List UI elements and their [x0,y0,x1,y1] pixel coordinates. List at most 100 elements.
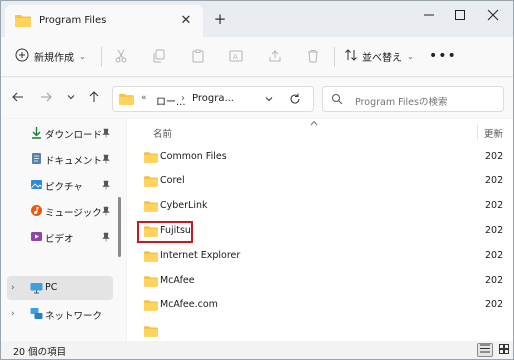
chevron-right-icon[interactable]: › [11,283,15,293]
folder-icon [144,275,158,290]
file-row[interactable]: Corel 202 [131,170,511,192]
column-header-date[interactable]: 更新 [484,126,503,140]
details-view-button[interactable] [477,343,493,357]
chevron-right-icon[interactable]: › [11,309,15,319]
recent-locations-button[interactable] [61,88,81,108]
file-date: 202 [485,250,504,261]
arrow-left-icon [12,91,24,106]
video-icon [30,230,43,243]
new-button[interactable]: 新規作成 ⌄ [9,43,92,69]
sidebar-item-music[interactable]: ミュージック [7,199,113,223]
minimize-button[interactable] [413,1,445,29]
toolbar-divider [101,47,102,67]
file-row[interactable]: McAfee.com 202 [131,294,511,316]
breadcrumb-overflow[interactable]: « [141,93,147,103]
sidebar-item-network[interactable]: › ネットワーク [7,302,113,326]
breadcrumb-program-files[interactable]: Progra... [192,93,234,104]
column-divider[interactable] [477,123,478,141]
more-options-button[interactable]: ••• [429,45,456,69]
sidebar-item-label: PC [45,282,58,293]
search-box[interactable]: Program Filesの検索 [322,86,504,112]
folder-icon [144,325,158,340]
file-name: Internet Explorer [160,250,241,261]
share-button[interactable] [263,45,287,69]
pin-icon[interactable] [101,128,111,138]
toolbar-divider [334,47,335,67]
file-date: 202 [485,275,504,286]
column-header-name[interactable]: 名前 [153,126,172,140]
rename-icon: A [229,49,243,66]
maximize-button[interactable] [444,1,476,29]
file-explorer-window: Program Files ✕ + 新規作成 ⌄ A 並べ替え ⌄ ••• « … [0,0,514,360]
back-button[interactable] [8,88,28,108]
svg-text:A: A [233,53,238,61]
folder-icon [144,175,158,190]
address-dropdown-button[interactable] [262,92,276,106]
sidebar-item-documents[interactable]: ドキュメント [7,147,113,171]
address-bar[interactable]: « ロー... › Progra... [112,86,314,112]
file-row[interactable]: Common Files 202 [131,146,511,168]
refresh-button[interactable] [287,91,303,107]
file-row[interactable] [131,320,511,341]
trash-icon [306,49,320,66]
folder-icon [144,299,158,314]
sidebar-item-label: ピクチャ [45,182,83,193]
pin-icon[interactable] [101,154,111,164]
pin-icon[interactable] [101,232,111,242]
tab-close-button[interactable]: ✕ [177,12,195,30]
file-name: McAfee.com [160,299,218,310]
search-placeholder: Program Filesの検索 [355,97,448,108]
sidebar-item-videos[interactable]: ビデオ [7,225,113,249]
plus-circle-icon [15,48,29,65]
file-date: 202 [485,225,504,236]
up-button[interactable] [84,88,104,108]
tab-title: Program Files [39,15,107,26]
delete-button[interactable] [301,45,325,69]
sidebar-item-downloads[interactable]: ダウンロード [7,121,113,145]
arrow-up-icon [88,90,100,106]
breadcrumb-separator[interactable]: › [181,93,185,104]
file-list-scrollbar[interactable] [508,119,512,341]
tiles-view-button[interactable] [496,343,512,357]
paste-button[interactable] [186,45,210,69]
item-count: 20 個の項目 [13,347,67,358]
file-date: 202 [485,200,504,211]
sort-up-icon [310,119,318,128]
sidebar-item-pictures[interactable]: ピクチャ [7,173,113,197]
folder-icon [119,93,134,108]
file-date: 202 [485,151,504,162]
sort-button[interactable]: 並べ替え ⌄ [344,43,414,69]
file-row[interactable]: Internet Explorer 202 [131,245,511,267]
new-button-label: 新規作成 [34,52,74,64]
scissors-icon [114,49,128,66]
search-icon [331,93,343,108]
clipboard-icon [191,49,205,66]
tab-program-files[interactable]: Program Files ✕ [5,5,203,37]
file-row[interactable]: CyberLink 202 [131,195,511,217]
music-icon [30,204,43,217]
title-bar: Program Files ✕ + [1,1,513,37]
cut-button[interactable] [109,45,133,69]
share-icon [268,49,282,66]
forward-button[interactable] [36,88,56,108]
file-name: Common Files [160,151,227,162]
sidebar-scrollbar[interactable] [118,197,121,257]
pin-icon[interactable] [101,206,111,216]
folder-icon [144,200,158,215]
sidebar-item-pc[interactable]: › PC [7,276,113,300]
new-tab-button[interactable]: + [210,9,230,29]
copy-button[interactable] [147,45,171,69]
sidebar-item-label: ドキュメント [45,156,103,167]
folder-icon [144,250,158,265]
file-name: CyberLink [160,200,208,211]
close-window-button[interactable] [477,1,509,29]
file-row[interactable]: McAfee 202 [131,270,511,292]
rename-button[interactable]: A [224,45,248,69]
pin-icon[interactable] [101,180,111,190]
picture-icon [30,178,43,191]
sidebar-item-label: ビデオ [45,234,74,245]
navigation-pane: ダウンロード ドキュメント ピクチャ ミュージック ビデオ › PC › ネット… [1,119,126,341]
sidebar-item-label: ネットワーク [45,311,103,322]
network-icon [30,307,43,320]
navigation-bar: « ロー... › Progra... Program Filesの検索 [1,78,513,118]
